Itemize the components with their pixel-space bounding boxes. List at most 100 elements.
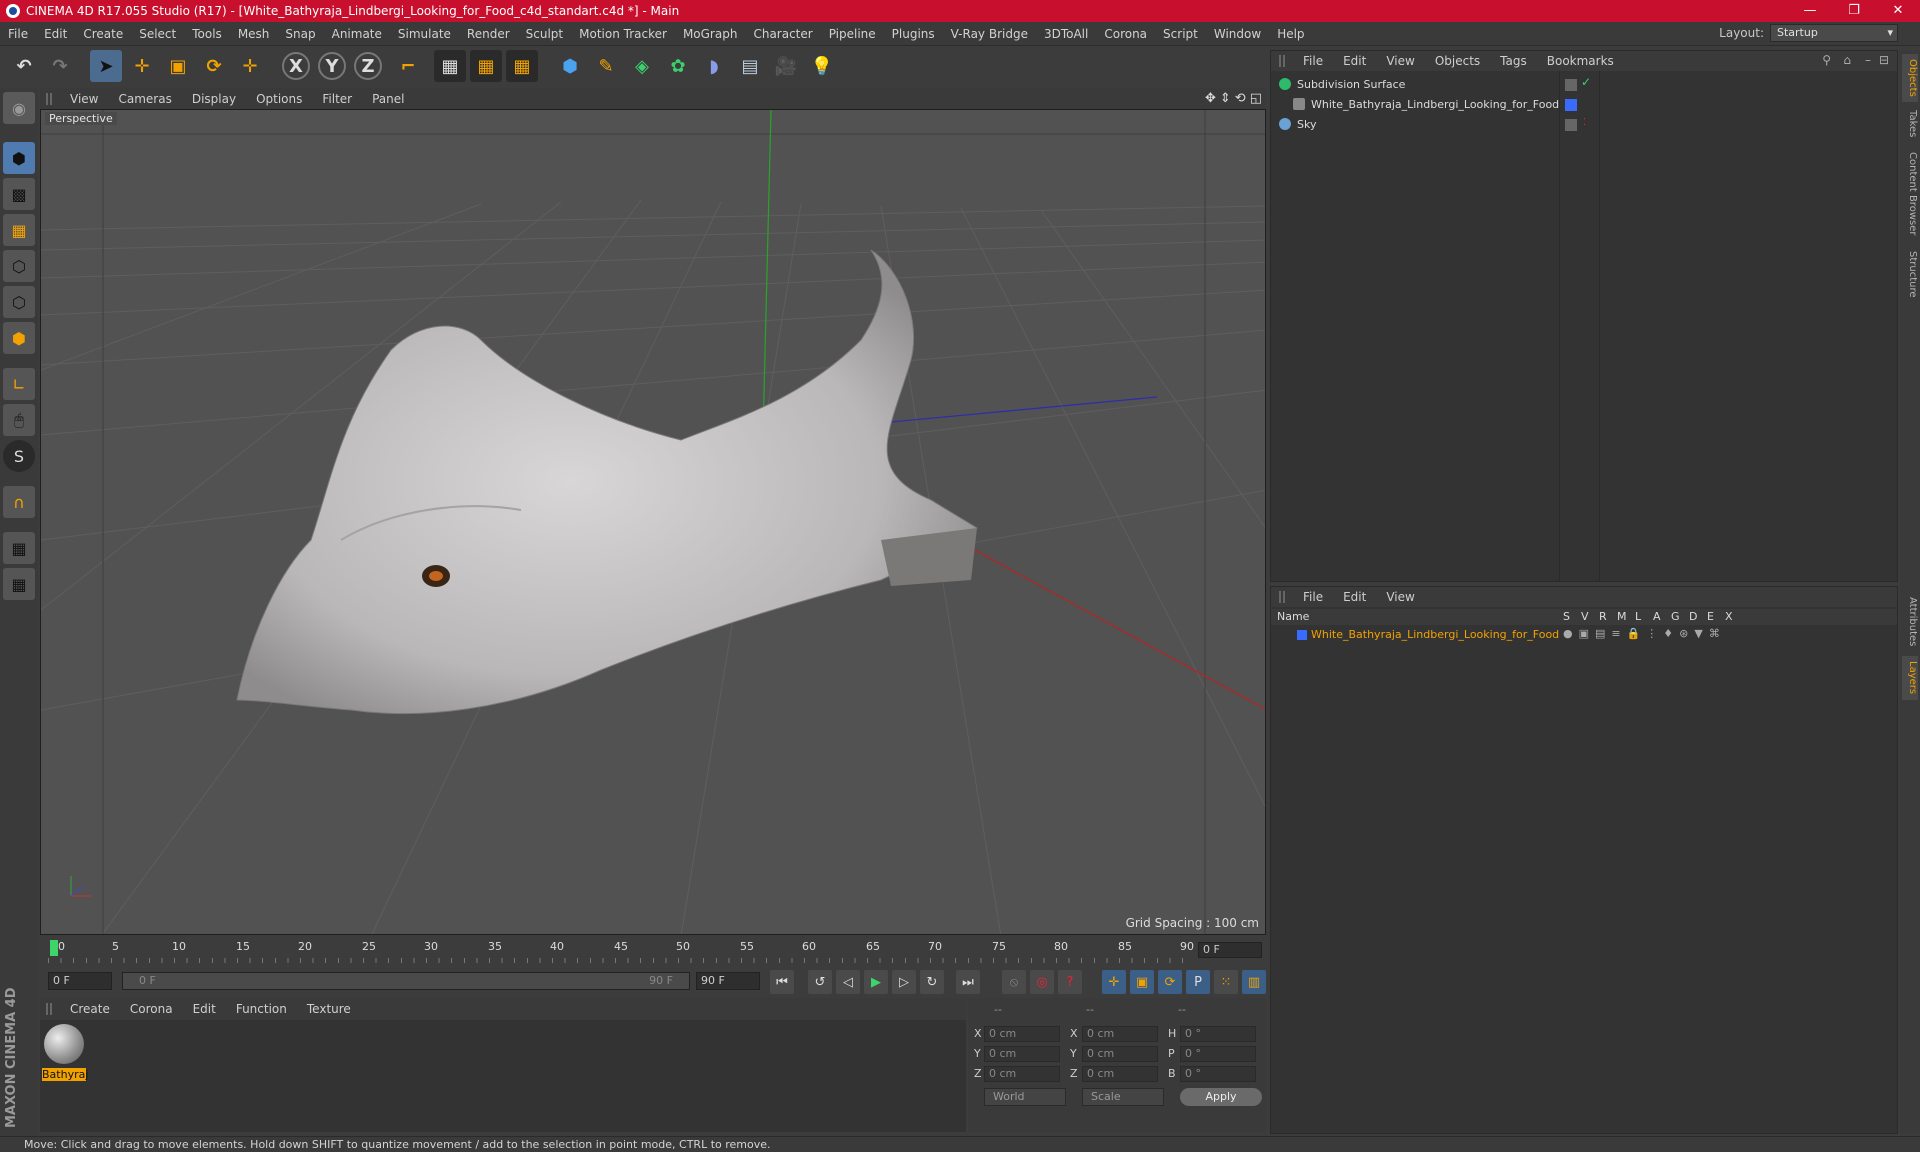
- menu-vray-bridge[interactable]: V-Ray Bridge: [943, 27, 1036, 41]
- record-keys-disabled-icon[interactable]: ⦸: [1002, 970, 1026, 994]
- timeline-window-icon[interactable]: ▥: [1242, 970, 1266, 994]
- tab-takes[interactable]: Takes: [1902, 106, 1918, 142]
- menu-sculpt[interactable]: Sculpt: [518, 27, 571, 41]
- objects-menu-edit[interactable]: Edit: [1333, 54, 1376, 68]
- visibility-editor-icon[interactable]: [1565, 119, 1577, 131]
- object-name[interactable]: Sky: [1297, 118, 1316, 131]
- rotation-b-field[interactable]: 0 °: [1180, 1066, 1256, 1082]
- light-icon[interactable]: 💡: [806, 50, 838, 82]
- tab-structure[interactable]: Structure: [1902, 246, 1918, 302]
- minimize-button[interactable]: —: [1788, 0, 1832, 22]
- material-preview-ball[interactable]: [44, 1024, 84, 1064]
- edges-mode-icon[interactable]: ⬡: [3, 286, 35, 318]
- live-move-icon[interactable]: ✛: [234, 50, 266, 82]
- viewport-menu-options[interactable]: Options: [246, 92, 312, 106]
- rotate-icon[interactable]: ⟳: [198, 50, 230, 82]
- autokey-icon[interactable]: ◎: [1030, 970, 1054, 994]
- apply-button[interactable]: Apply: [1180, 1088, 1262, 1106]
- visibility-dots-icon[interactable]: ⁚: [1583, 117, 1586, 128]
- viewport-camera-label[interactable]: Perspective: [45, 112, 117, 125]
- menu-select[interactable]: Select: [131, 27, 184, 41]
- array-mograph-icon[interactable]: ✿: [662, 50, 694, 82]
- column-locked[interactable]: L: [1635, 610, 1641, 623]
- menu-help[interactable]: Help: [1269, 27, 1312, 41]
- scale-icon[interactable]: ▣: [162, 50, 194, 82]
- coordinate-system-icon[interactable]: ⌐: [392, 50, 424, 82]
- column-expressions[interactable]: E: [1707, 610, 1714, 623]
- menu-3dtoall[interactable]: 3DToAll: [1036, 27, 1096, 41]
- menu-edit[interactable]: Edit: [36, 27, 75, 41]
- camera-icon[interactable]: 🎥: [770, 50, 802, 82]
- coordinate-mode-select[interactable]: World: [984, 1088, 1066, 1106]
- menu-corona[interactable]: Corona: [1096, 27, 1155, 41]
- menu-plugins[interactable]: Plugins: [884, 27, 943, 41]
- material-menu-edit[interactable]: Edit: [183, 1002, 226, 1016]
- axis-mode-icon[interactable]: ∟: [3, 368, 35, 400]
- material-name[interactable]: Bathyraj: [42, 1068, 88, 1081]
- polygons-mode-icon[interactable]: ⬢: [3, 322, 35, 354]
- object-row-stingray[interactable]: White_Bathyraja_Lindbergi_Looking_for_Fo…: [1293, 95, 1559, 113]
- tab-attributes[interactable]: Attributes: [1902, 590, 1918, 654]
- column-render[interactable]: R: [1599, 610, 1607, 623]
- menu-tools[interactable]: Tools: [184, 27, 230, 41]
- viewport-menu-panel[interactable]: Panel: [362, 92, 414, 106]
- collapse-icon[interactable]: –: [1865, 53, 1871, 67]
- redo-icon[interactable]: ↷: [44, 50, 76, 82]
- move-icon[interactable]: ✛: [126, 50, 158, 82]
- menu-create[interactable]: Create: [75, 27, 131, 41]
- next-key-icon[interactable]: ↻: [920, 970, 944, 994]
- deformer-icon[interactable]: ◗: [698, 50, 730, 82]
- material-menu-create[interactable]: Create: [60, 1002, 120, 1016]
- menu-simulate[interactable]: Simulate: [390, 27, 459, 41]
- enabled-check-icon[interactable]: ✓: [1581, 75, 1591, 89]
- y-axis-lock-icon[interactable]: Y: [318, 52, 346, 80]
- objects-menu-bookmarks[interactable]: Bookmarks: [1537, 54, 1624, 68]
- objects-menu-tags[interactable]: Tags: [1490, 54, 1537, 68]
- undo-icon[interactable]: ↶: [8, 50, 40, 82]
- workplane-lock-icon[interactable]: ▦: [3, 532, 35, 564]
- layer-color-swatch[interactable]: [1297, 630, 1307, 640]
- size-z-field[interactable]: 0 cm: [1082, 1066, 1158, 1082]
- menu-motion-tracker[interactable]: Motion Tracker: [571, 27, 675, 41]
- key-rotation-icon[interactable]: ⟳: [1158, 970, 1182, 994]
- goto-start-icon[interactable]: ⏮: [770, 970, 794, 994]
- column-solo[interactable]: S: [1563, 610, 1570, 623]
- menu-window[interactable]: Window: [1206, 27, 1269, 41]
- render-view-icon[interactable]: ▦: [434, 50, 466, 82]
- material-menu-corona[interactable]: Corona: [120, 1002, 183, 1016]
- viewport-menu-display[interactable]: Display: [182, 92, 246, 106]
- column-animation[interactable]: A: [1653, 610, 1661, 623]
- snap-magnet-icon[interactable]: ∩: [3, 486, 35, 518]
- play-icon[interactable]: ▶: [864, 970, 888, 994]
- end-frame-field[interactable]: 90 F: [696, 972, 760, 990]
- layer-color-icon[interactable]: [1565, 99, 1577, 111]
- viewport-zoom-icon[interactable]: ⇕: [1220, 91, 1231, 106]
- prev-key-icon[interactable]: ↺: [808, 970, 832, 994]
- subdivision-nurbs-icon[interactable]: ◈: [626, 50, 658, 82]
- visibility-editor-icon[interactable]: [1565, 79, 1577, 91]
- select-arrow-icon[interactable]: ➤: [90, 50, 122, 82]
- render-picture-viewer-icon[interactable]: ▦: [470, 50, 502, 82]
- viewport-rotate-icon[interactable]: ⟲: [1235, 91, 1246, 106]
- maximize-button[interactable]: ❐: [1832, 0, 1876, 22]
- prev-frame-icon[interactable]: ◁: [836, 970, 860, 994]
- layer-toggle-icons[interactable]: ●▣▤≡🔒⋮♦⊛▼⌘: [1563, 627, 1726, 640]
- panel-grip-icon[interactable]: [46, 1003, 54, 1015]
- size-y-field[interactable]: 0 cm: [1082, 1046, 1158, 1062]
- column-xref[interactable]: X: [1725, 610, 1733, 623]
- frame-range-slider[interactable]: 0 F 90 F: [122, 972, 690, 990]
- 3d-viewport[interactable]: Perspective Grid Spacing : 100 cm: [40, 109, 1266, 935]
- menu-mograph[interactable]: MoGraph: [675, 27, 746, 41]
- workplane-mode-icon[interactable]: ▦: [3, 214, 35, 246]
- column-name[interactable]: Name: [1277, 610, 1309, 623]
- current-frame-field[interactable]: 0 F: [1198, 942, 1262, 958]
- layer-name[interactable]: White_Bathyraja_Lindbergi_Looking_for_Fo…: [1311, 628, 1559, 641]
- close-button[interactable]: ✕: [1876, 0, 1920, 22]
- timeline-ruler[interactable]: 0 5 10 15 20 25 30 35 40 45 50 55 60 65 …: [40, 936, 1266, 964]
- position-y-field[interactable]: 0 cm: [984, 1046, 1060, 1062]
- tab-layers[interactable]: Layers: [1902, 656, 1918, 700]
- material-menu-function[interactable]: Function: [226, 1002, 297, 1016]
- menu-render[interactable]: Render: [459, 27, 518, 41]
- menu-snap[interactable]: Snap: [277, 27, 323, 41]
- panel-grip-icon[interactable]: [1279, 55, 1287, 67]
